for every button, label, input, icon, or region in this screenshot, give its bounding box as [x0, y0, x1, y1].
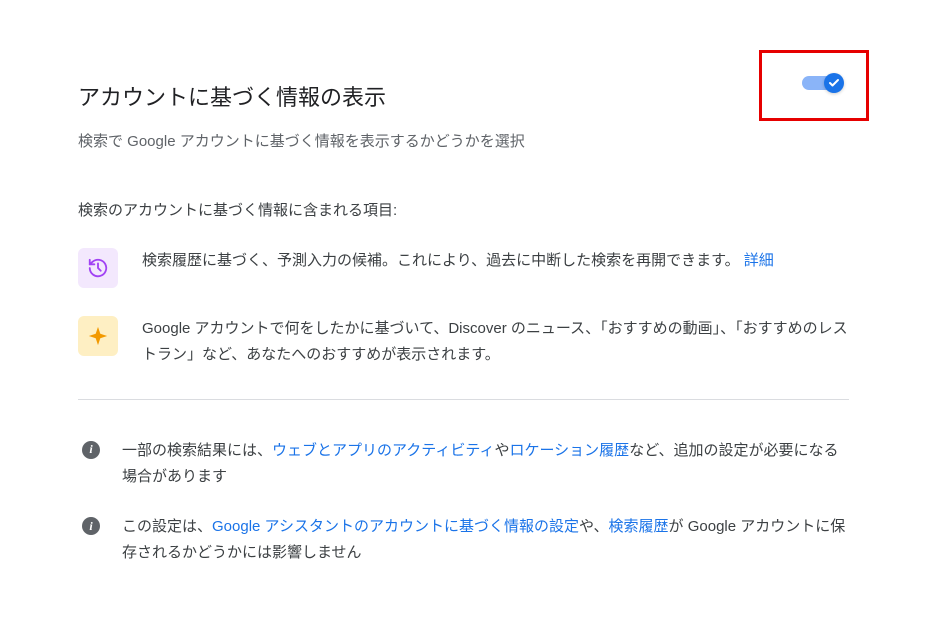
info-text: 一部の検索結果には、ウェブとアプリのアクティビティやロケーション履歴など、追加の…	[122, 438, 849, 491]
search-history-link[interactable]: 検索履歴	[609, 518, 669, 535]
history-icon	[78, 248, 118, 288]
check-icon	[824, 73, 844, 93]
account-info-toggle[interactable]	[802, 71, 844, 95]
info-icon: i	[82, 517, 100, 535]
feature-item-text: Google アカウントで何をしたかに基づいて、Discover のニュース、「…	[142, 316, 849, 369]
location-history-link[interactable]: ロケーション履歴	[509, 442, 629, 459]
sparkle-icon	[78, 316, 118, 356]
feature-item-text: 検索履歴に基づく、予測入力の候補。これにより、過去に中断した検索を再開できます。…	[142, 248, 774, 274]
includes-label: 検索のアカウントに基づく情報に含まれる項目:	[78, 199, 849, 220]
info-note: i 一部の検索結果には、ウェブとアプリのアクティビティやロケーション履歴など、追…	[78, 438, 849, 491]
assistant-settings-link[interactable]: Google アシスタントのアカウントに基づく情報の設定	[212, 518, 579, 535]
toggle-highlight-box	[759, 50, 869, 121]
details-link[interactable]: 詳細	[744, 252, 774, 269]
divider	[78, 399, 849, 400]
info-text: この設定は、Google アシスタントのアカウントに基づく情報の設定や、検索履歴…	[122, 514, 849, 567]
web-app-activity-link[interactable]: ウェブとアプリのアクティビティ	[272, 442, 494, 459]
info-icon: i	[82, 441, 100, 459]
page-title: アカウントに基づく情報の表示	[78, 80, 386, 112]
feature-item-recommendations: Google アカウントで何をしたかに基づいて、Discover のニュース、「…	[78, 316, 849, 369]
feature-item-history: 検索履歴に基づく、予測入力の候補。これにより、過去に中断した検索を再開できます。…	[78, 248, 849, 288]
info-note: i この設定は、Google アシスタントのアカウントに基づく情報の設定や、検索…	[78, 514, 849, 567]
page-subtitle: 検索で Google アカウントに基づく情報を表示するかどうかを選択	[78, 130, 849, 151]
